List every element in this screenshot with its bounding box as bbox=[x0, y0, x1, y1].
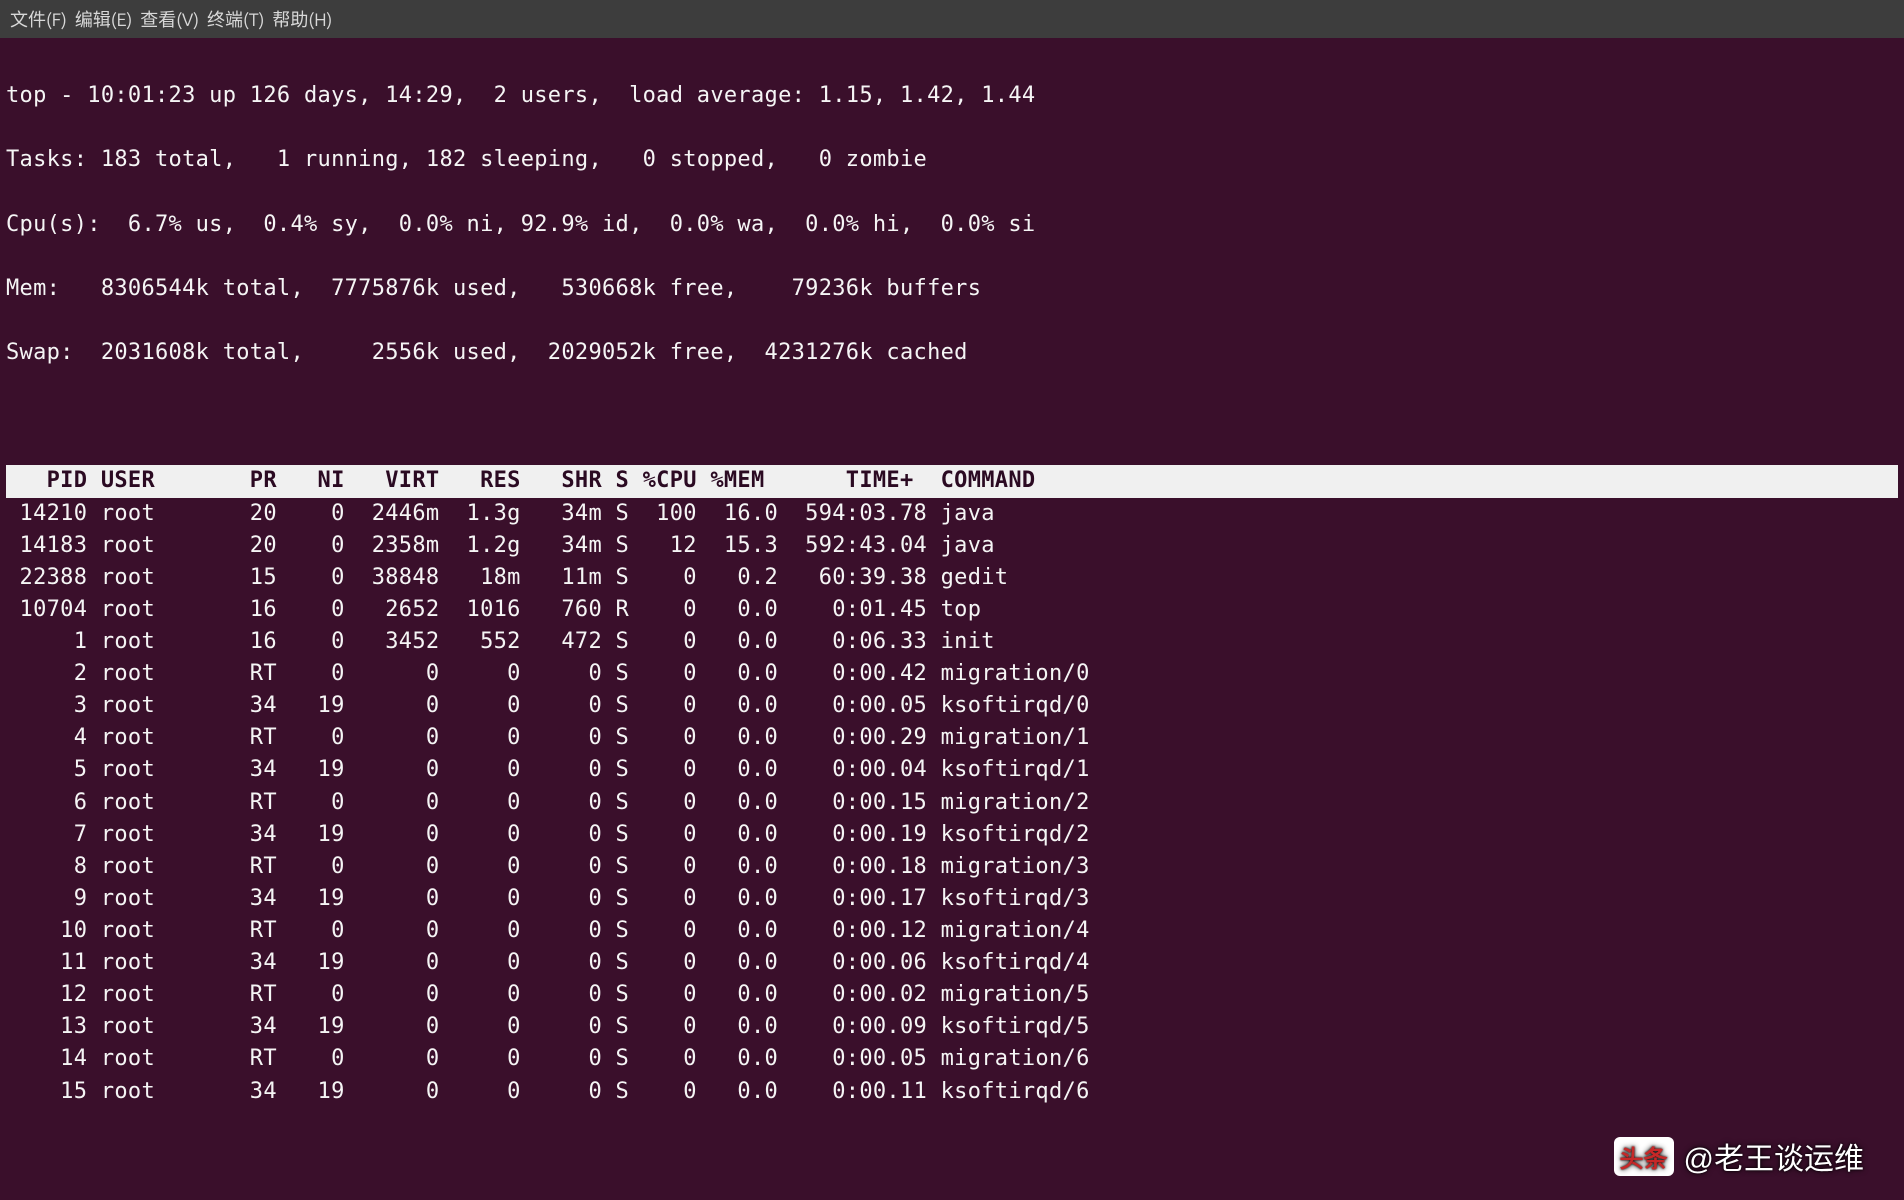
process-header: PID USER PR NI VIRT RES SHR S %CPU %MEM … bbox=[6, 465, 1898, 497]
menu-edit[interactable]: 编辑(E) bbox=[75, 6, 132, 32]
process-row: 3 root 34 19 0 0 0 S 0 0.0 0:00.05 ksoft… bbox=[6, 690, 1898, 722]
watermark-text: @老王谈运维 bbox=[1684, 1134, 1864, 1178]
process-row: 7 root 34 19 0 0 0 S 0 0.0 0:00.19 ksoft… bbox=[6, 819, 1898, 851]
process-list: 14210 root 20 0 2446m 1.3g 34m S 100 16.… bbox=[6, 498, 1898, 1108]
process-row: 9 root 34 19 0 0 0 S 0 0.0 0:00.17 ksoft… bbox=[6, 883, 1898, 915]
process-row: 6 root RT 0 0 0 0 S 0 0.0 0:00.15 migrat… bbox=[6, 787, 1898, 819]
top-summary-tasks: Tasks: 183 total, 1 running, 182 sleepin… bbox=[6, 144, 1898, 176]
process-row: 14183 root 20 0 2358m 1.2g 34m S 12 15.3… bbox=[6, 530, 1898, 562]
top-summary-cpu: Cpu(s): 6.7% us, 0.4% sy, 0.0% ni, 92.9%… bbox=[6, 209, 1898, 241]
process-row: 1 root 16 0 3452 552 472 S 0 0.0 0:06.33… bbox=[6, 626, 1898, 658]
process-row: 22388 root 15 0 38848 18m 11m S 0 0.2 60… bbox=[6, 562, 1898, 594]
process-row: 8 root RT 0 0 0 0 S 0 0.0 0:00.18 migrat… bbox=[6, 851, 1898, 883]
menu-bar: 文件(F) 编辑(E) 查看(V) 终端(T) 帮助(H) bbox=[0, 0, 1904, 38]
top-summary-mem: Mem: 8306544k total, 7775876k used, 5306… bbox=[6, 273, 1898, 305]
process-row: 2 root RT 0 0 0 0 S 0 0.0 0:00.42 migrat… bbox=[6, 658, 1898, 690]
process-row: 15 root 34 19 0 0 0 S 0 0.0 0:00.11 ksof… bbox=[6, 1076, 1898, 1108]
process-row: 14210 root 20 0 2446m 1.3g 34m S 100 16.… bbox=[6, 498, 1898, 530]
process-row: 13 root 34 19 0 0 0 S 0 0.0 0:00.09 ksof… bbox=[6, 1011, 1898, 1043]
menu-help[interactable]: 帮助(H) bbox=[272, 6, 332, 32]
menu-file[interactable]: 文件(F) bbox=[10, 6, 67, 32]
process-row: 10 root RT 0 0 0 0 S 0 0.0 0:00.12 migra… bbox=[6, 915, 1898, 947]
watermark-logo: 头条 bbox=[1614, 1137, 1674, 1176]
process-row: 5 root 34 19 0 0 0 S 0 0.0 0:00.04 ksoft… bbox=[6, 754, 1898, 786]
top-summary-swap: Swap: 2031608k total, 2556k used, 202905… bbox=[6, 337, 1898, 369]
watermark: 头条 @老王谈运维 bbox=[1614, 1134, 1864, 1178]
process-row: 14 root RT 0 0 0 0 S 0 0.0 0:00.05 migra… bbox=[6, 1043, 1898, 1075]
menu-terminal[interactable]: 终端(T) bbox=[207, 6, 264, 32]
process-row: 10704 root 16 0 2652 1016 760 R 0 0.0 0:… bbox=[6, 594, 1898, 626]
terminal-output[interactable]: top - 10:01:23 up 126 days, 14:29, 2 use… bbox=[0, 38, 1904, 1150]
top-summary-uptime: top - 10:01:23 up 126 days, 14:29, 2 use… bbox=[6, 80, 1898, 112]
process-row: 4 root RT 0 0 0 0 S 0 0.0 0:00.29 migrat… bbox=[6, 722, 1898, 754]
blank-line bbox=[6, 401, 1898, 433]
process-row: 12 root RT 0 0 0 0 S 0 0.0 0:00.02 migra… bbox=[6, 979, 1898, 1011]
menu-view[interactable]: 查看(V) bbox=[140, 6, 199, 32]
process-row: 11 root 34 19 0 0 0 S 0 0.0 0:00.06 ksof… bbox=[6, 947, 1898, 979]
